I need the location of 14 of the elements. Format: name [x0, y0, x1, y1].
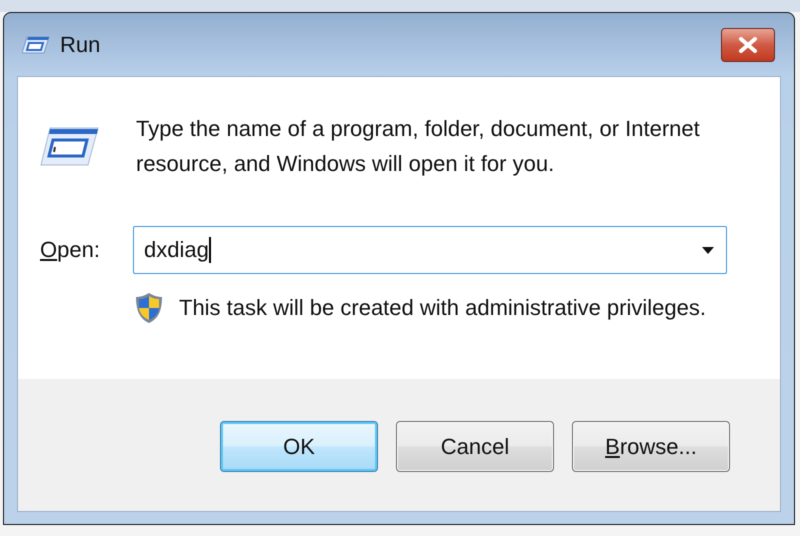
- run-icon: [40, 125, 100, 167]
- run-icon: [22, 34, 50, 54]
- dialog-button[interactable]: OK: [220, 421, 378, 472]
- instruction-text: Type the name of a program, folder, document, or Internet resource, and Windows will open it for you.: [136, 115, 700, 178]
- open-label: Open:: [40, 237, 101, 263]
- dialog-button[interactable]: Cancel: [396, 421, 554, 472]
- dropdown-arrow-icon[interactable]: [702, 246, 714, 254]
- window-title: Run: [60, 32, 102, 58]
- open-combo-box[interactable]: dxdiag: [133, 226, 727, 274]
- shield-icon: [135, 292, 163, 324]
- close-button[interactable]: [721, 28, 775, 62]
- close-icon: [738, 36, 758, 52]
- dialog-button[interactable]: Browse...: [572, 421, 730, 472]
- admin-notice: This task will be created with administrative privileges.: [179, 295, 706, 321]
